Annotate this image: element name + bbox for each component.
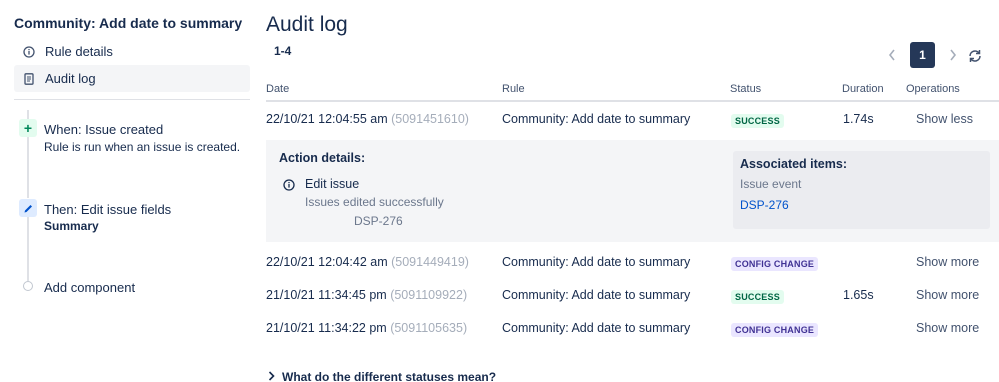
row-date: 22/10/21 12:04:55 am (5091451610) [266, 112, 469, 126]
rule-title: Community: Add date to summary [14, 15, 243, 31]
action-field: Summary [44, 219, 99, 233]
execution-id: (5091109922) [390, 288, 468, 302]
result-range: 1-4 [274, 44, 292, 58]
nav-rule-details[interactable]: Rule details [14, 38, 250, 65]
status-badge: SUCCESS [731, 290, 784, 304]
add-component-link[interactable]: Add component [44, 280, 135, 295]
timeline-connector [27, 215, 29, 281]
chevron-left-icon[interactable] [880, 42, 904, 68]
chevron-right-icon [268, 370, 275, 382]
date-text: 22/10/21 12:04:55 am [266, 112, 388, 126]
execution-id: (5091105635) [390, 321, 468, 335]
associated-items-title: Associated items: [740, 157, 847, 171]
associated-issue-link[interactable]: DSP-276 [740, 198, 789, 212]
trigger-description: Rule is run when an issue is created. [44, 140, 241, 154]
status-faq-toggle[interactable]: What do the different statuses mean? [268, 370, 496, 382]
execution-id: (5091449419) [391, 255, 469, 269]
show-more-button[interactable]: Show more [916, 255, 979, 269]
status-badge: CONFIG CHANGE [731, 257, 819, 271]
chevron-right-icon[interactable] [941, 42, 965, 68]
sidebar-divider [14, 99, 250, 100]
execution-id: (5091451610) [391, 112, 469, 126]
column-header-status: Status [730, 83, 762, 95]
page-button-current[interactable]: 1 [910, 42, 935, 68]
date-text: 21/10/21 11:34:22 pm [266, 321, 387, 335]
row-duration: 1.74s [843, 112, 874, 126]
circle-icon [23, 281, 33, 291]
show-less-button[interactable]: Show less [916, 112, 973, 126]
status-badge: SUCCESS [731, 114, 784, 128]
info-icon [22, 45, 36, 59]
column-header-rule: Rule [502, 83, 525, 95]
row-date: 21/10/21 11:34:45 pm (5091109922) [266, 288, 467, 302]
pagination: 1 [880, 42, 965, 68]
row-rule: Community: Add date to summary [502, 321, 691, 335]
date-text: 21/10/21 11:34:45 pm [266, 288, 387, 302]
associated-item-type: Issue event [740, 177, 802, 191]
info-icon [283, 179, 295, 194]
document-icon [22, 72, 36, 86]
nav-label: Rule details [45, 44, 113, 59]
row-rule: Community: Add date to summary [502, 112, 691, 126]
column-header-date: Date [266, 83, 290, 95]
page-title: Audit log [266, 13, 348, 36]
timeline-connector [27, 136, 29, 198]
pencil-icon[interactable] [19, 199, 37, 217]
row-duration: 1.65s [843, 288, 874, 302]
action-name: Edit issue [305, 177, 360, 191]
row-rule: Community: Add date to summary [502, 288, 691, 302]
plus-icon[interactable]: + [19, 119, 37, 137]
action-message: Issues edited successfully [305, 195, 444, 209]
row-date: 21/10/21 11:34:22 pm (5091105635) [266, 321, 467, 335]
status-badge: CONFIG CHANGE [731, 323, 819, 337]
nav-audit-log[interactable]: Audit log [14, 65, 250, 92]
column-header-operations: Operations [906, 83, 960, 95]
action-title[interactable]: Then: Edit issue fields [44, 202, 171, 217]
show-more-button[interactable]: Show more [916, 288, 979, 302]
column-header-duration: Duration [842, 83, 884, 95]
trigger-title[interactable]: When: Issue created [44, 122, 163, 137]
table-header-divider [266, 100, 999, 102]
action-issue-key: DSP-276 [354, 214, 403, 228]
row-rule: Community: Add date to summary [502, 255, 691, 269]
show-more-button[interactable]: Show more [916, 321, 979, 335]
sidebar: Community: Add date to summary Rule deta… [0, 0, 252, 382]
date-text: 22/10/21 12:04:42 am [266, 255, 388, 269]
refresh-icon[interactable] [964, 45, 986, 67]
nav-label: Audit log [45, 71, 96, 86]
action-details-title: Action details: [279, 151, 366, 165]
row-date: 22/10/21 12:04:42 am (5091449419) [266, 255, 469, 269]
faq-label: What do the different statuses mean? [282, 370, 497, 382]
